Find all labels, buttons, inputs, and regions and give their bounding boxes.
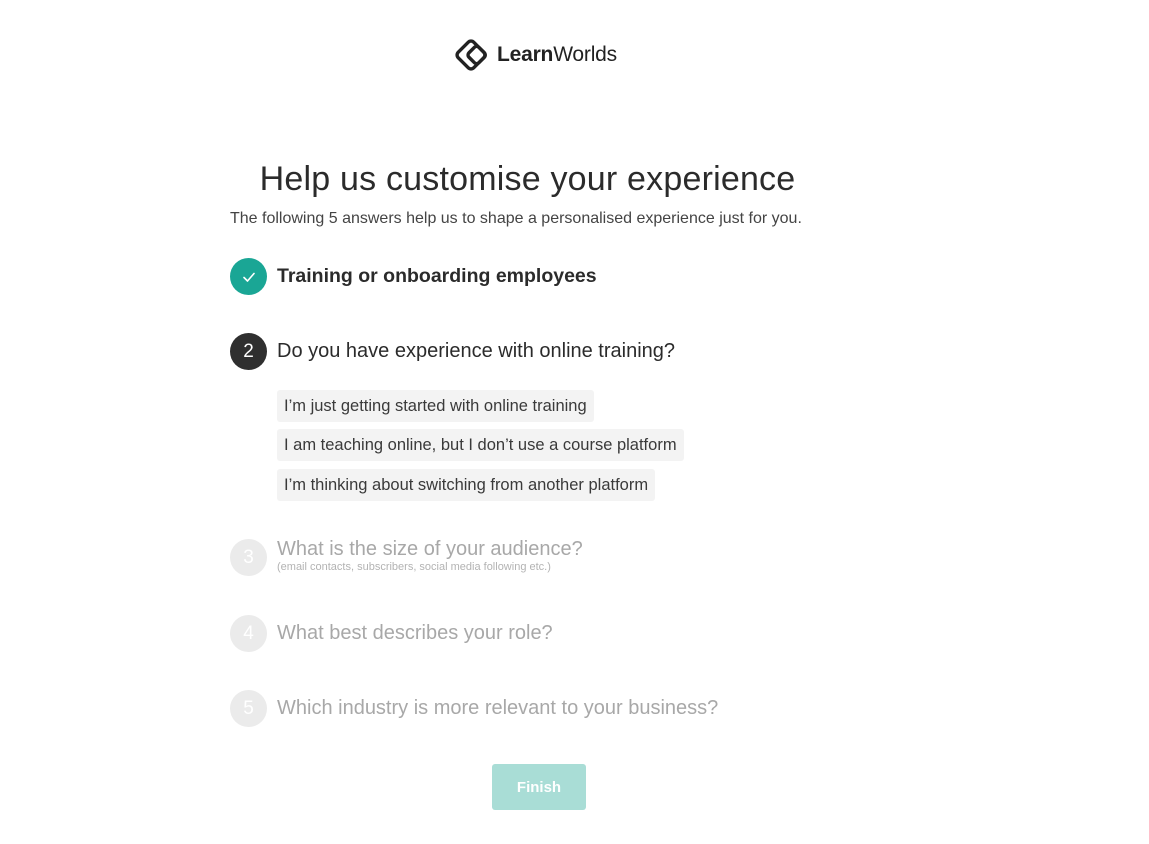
brand-name: LearnWorlds [497,43,617,67]
step-1-completed[interactable]: Training or onboarding employees [230,258,597,295]
step-5-pending: 5 Which industry is more relevant to you… [230,690,718,727]
step-3-label: What is the size of your audience? [277,538,583,560]
page-title: Help us customise your experience [259,160,796,198]
step-4-number: 4 [230,615,267,652]
brand-name-bold: Learn [497,43,554,66]
onboarding-page: LearnWorlds Help us customise your exper… [0,0,1149,844]
step-3-note: (email contacts, subscribers, social med… [277,561,551,573]
step-2-active: 2 Do you have experience with online tra… [230,333,675,370]
step-5-number: 5 [230,690,267,727]
step-5-label: Which industry is more relevant to your … [277,697,719,719]
step-3-number: 3 [230,539,267,576]
step-4-pending: 4 What best describes your role? [230,615,553,652]
step-3-pending: 3 [230,539,267,576]
option-getting-started[interactable]: I’m just getting started with online tra… [277,390,594,422]
step-1-label: Training or onboarding employees [277,265,597,287]
step-2-number: 2 [230,333,267,370]
option-teaching-no-platform[interactable]: I am teaching online, but I don’t use a … [277,429,684,461]
check-icon [242,272,255,282]
page-subtitle: The following 5 answers help us to shape… [230,210,802,227]
brand-name-light: Worlds [553,43,617,66]
learnworlds-diamond-logo-icon [455,39,488,71]
step-2-label: Do you have experience with online train… [277,340,676,362]
step-4-label: What best describes your role? [277,622,553,644]
step-3-text: What is the size of your audience? (emai… [277,537,583,574]
step-1-check-circle [230,258,267,295]
learnworlds-logo: LearnWorlds [453,36,617,74]
option-switching-platform[interactable]: I’m thinking about switching from anothe… [277,469,656,501]
finish-button[interactable]: Finish [492,764,586,810]
